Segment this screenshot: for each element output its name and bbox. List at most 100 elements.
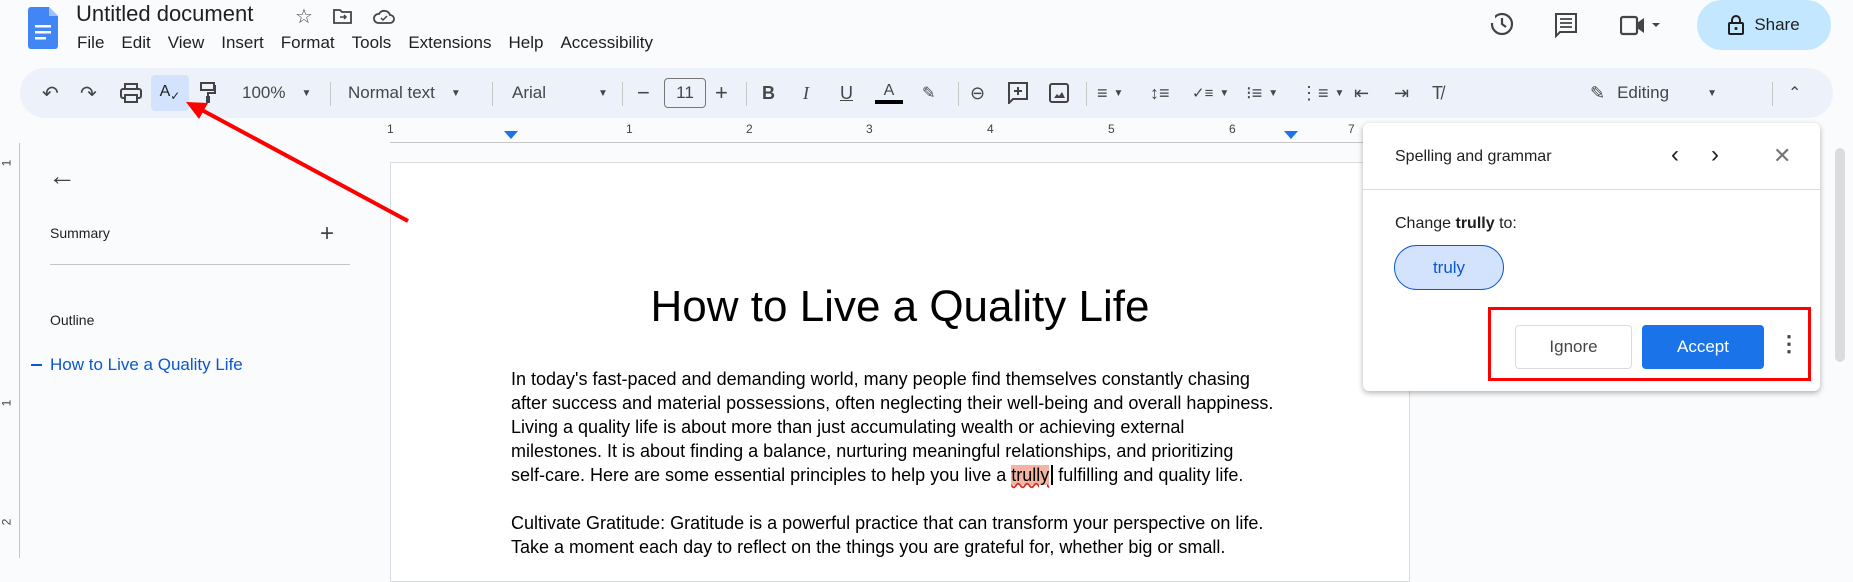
ruler-number: 3: [866, 122, 873, 136]
font-value: Arial: [512, 83, 547, 102]
menu-view[interactable]: View: [168, 33, 205, 53]
insert-link-button[interactable]: ⊖: [970, 68, 985, 118]
insert-image-button[interactable]: [1049, 68, 1069, 118]
toolbar: ↶ ↷ A✓ 100% ▼ Normal text ▼ Arial ▼ − 11 + …: [20, 68, 1833, 118]
line-spacing-button[interactable]: ↕≡: [1150, 68, 1170, 118]
image-icon: [1049, 83, 1069, 103]
change-prompt: Change trully to:: [1395, 215, 1517, 233]
font-select[interactable]: Arial ▼: [512, 68, 608, 118]
chevron-down-icon: ▼: [301, 87, 312, 99]
style-value: Normal text: [348, 83, 435, 102]
version-history-icon[interactable]: [1489, 11, 1515, 37]
next-suggestion-button[interactable]: ›: [1711, 141, 1719, 169]
zoom-value: 100%: [242, 83, 286, 102]
menu-tools[interactable]: Tools: [352, 33, 392, 53]
share-label: Share: [1754, 15, 1800, 34]
increase-indent-button[interactable]: ⇥: [1394, 68, 1409, 118]
add-summary-button[interactable]: +: [320, 220, 334, 248]
annotation-highlight-box: [1488, 307, 1811, 381]
current-heading-marker: [31, 364, 42, 366]
chevron-down-icon: ▼: [1707, 87, 1717, 99]
document-title[interactable]: Untitled document: [76, 1, 253, 27]
meet-icon[interactable]: [1620, 14, 1660, 36]
clear-formatting-button[interactable]: T̸: [1432, 68, 1443, 118]
text-color-button[interactable]: A: [875, 68, 903, 118]
redo-button[interactable]: ↷: [80, 68, 97, 118]
previous-suggestion-button[interactable]: ‹: [1671, 141, 1679, 169]
bold-button[interactable]: B: [762, 68, 775, 118]
menu-bar: File Edit View Insert Format Tools Extensions H…: [77, 33, 670, 53]
decrease-indent-button[interactable]: ⇤: [1354, 68, 1369, 118]
print-button[interactable]: [120, 68, 142, 118]
font-size-input[interactable]: 11: [664, 78, 706, 108]
suggestion-chip[interactable]: truly: [1394, 245, 1504, 290]
align-button[interactable]: ≡ ▼: [1097, 68, 1123, 118]
outline-item[interactable]: How to Live a Quality Life: [31, 355, 243, 375]
lock-icon: [1728, 15, 1745, 35]
text-color-icon: A: [883, 82, 895, 99]
document-heading: How to Live a Quality Life: [650, 282, 1150, 331]
paragraph-line: milestones. It is about finding a balanc…: [511, 441, 1234, 461]
bulleted-list-button[interactable]: ⁝≡ ▼: [1246, 68, 1278, 118]
back-arrow-icon[interactable]: ←: [48, 160, 76, 192]
chevron-down-icon: ▼: [598, 87, 608, 99]
move-folder-icon[interactable]: [333, 7, 353, 25]
right-indent-marker[interactable]: [1284, 131, 1298, 139]
text-run: fulfilling and quality life.: [1053, 465, 1244, 485]
editing-mode-select[interactable]: ✎ Editing ▼: [1590, 68, 1717, 118]
paragraph-line: Living a quality life is about more than…: [511, 417, 1185, 437]
menu-insert[interactable]: Insert: [221, 33, 264, 53]
panel-title: Spelling and grammar: [1395, 148, 1552, 165]
ruler-number: 2: [0, 518, 14, 526]
undo-button[interactable]: ↶: [42, 68, 59, 118]
add-comment-button[interactable]: [1008, 68, 1028, 118]
increase-font-size-button[interactable]: +: [715, 68, 728, 118]
divider: [1363, 189, 1820, 190]
ruler-number: 6: [1229, 122, 1236, 136]
hide-menus-button[interactable]: ⌃: [1788, 68, 1801, 118]
menu-edit[interactable]: Edit: [121, 33, 150, 53]
ruler-number: 1: [0, 159, 14, 167]
ruler-number: 4: [987, 122, 994, 136]
paragraph-line: Cultivate Gratitude: Gratitude is a powe…: [511, 513, 1264, 533]
scrollbar[interactable]: [1835, 148, 1845, 362]
docs-logo[interactable]: [28, 7, 58, 49]
paint-format-icon: [200, 82, 216, 103]
ruler-number: 1: [626, 122, 633, 136]
share-button[interactable]: Share: [1697, 0, 1831, 50]
decrease-font-size-button[interactable]: −: [637, 68, 650, 118]
paragraph-line: after success and material possessions, …: [511, 393, 1274, 413]
paint-format-button[interactable]: [200, 68, 216, 118]
cloud-saved-icon[interactable]: [372, 7, 396, 25]
style-select[interactable]: Normal text ▼: [348, 68, 461, 118]
vertical-ruler[interactable]: [0, 143, 20, 558]
add-comment-icon: [1008, 82, 1028, 104]
menu-help[interactable]: Help: [508, 33, 543, 53]
text-run: Change: [1395, 215, 1456, 232]
menu-extensions[interactable]: Extensions: [408, 33, 491, 53]
zoom-select[interactable]: 100% ▼: [242, 68, 311, 118]
ruler-number: 5: [1108, 122, 1115, 136]
menu-format[interactable]: Format: [281, 33, 335, 53]
menu-accessibility[interactable]: Accessibility: [560, 33, 653, 53]
mode-value: Editing: [1617, 83, 1670, 102]
outline-label: Outline: [50, 312, 95, 328]
horizontal-ruler[interactable]: [390, 120, 1410, 143]
menu-file[interactable]: File: [77, 33, 104, 53]
numbered-list-button[interactable]: ⋮≡ ▼: [1300, 68, 1344, 118]
italic-button[interactable]: I: [803, 68, 809, 118]
ruler-number: 1: [387, 122, 394, 136]
left-indent-marker[interactable]: [504, 131, 518, 139]
print-icon: [120, 83, 142, 103]
text-run: self-care. Here are some essential princ…: [511, 465, 1012, 485]
highlight-color-button[interactable]: ✎: [922, 68, 935, 118]
outline-item-label: How to Live a Quality Life: [50, 355, 243, 374]
spelling-grammar-button[interactable]: A✓: [151, 75, 189, 111]
checklist-button[interactable]: ✓≡ ▼: [1192, 68, 1229, 118]
comments-icon[interactable]: [1554, 12, 1578, 38]
misspelled-word[interactable]: trully: [1011, 465, 1050, 485]
ruler-number: 2: [746, 122, 753, 136]
close-icon[interactable]: ✕: [1773, 143, 1791, 169]
underline-button[interactable]: U: [840, 68, 853, 118]
star-icon[interactable]: ☆: [292, 4, 316, 28]
